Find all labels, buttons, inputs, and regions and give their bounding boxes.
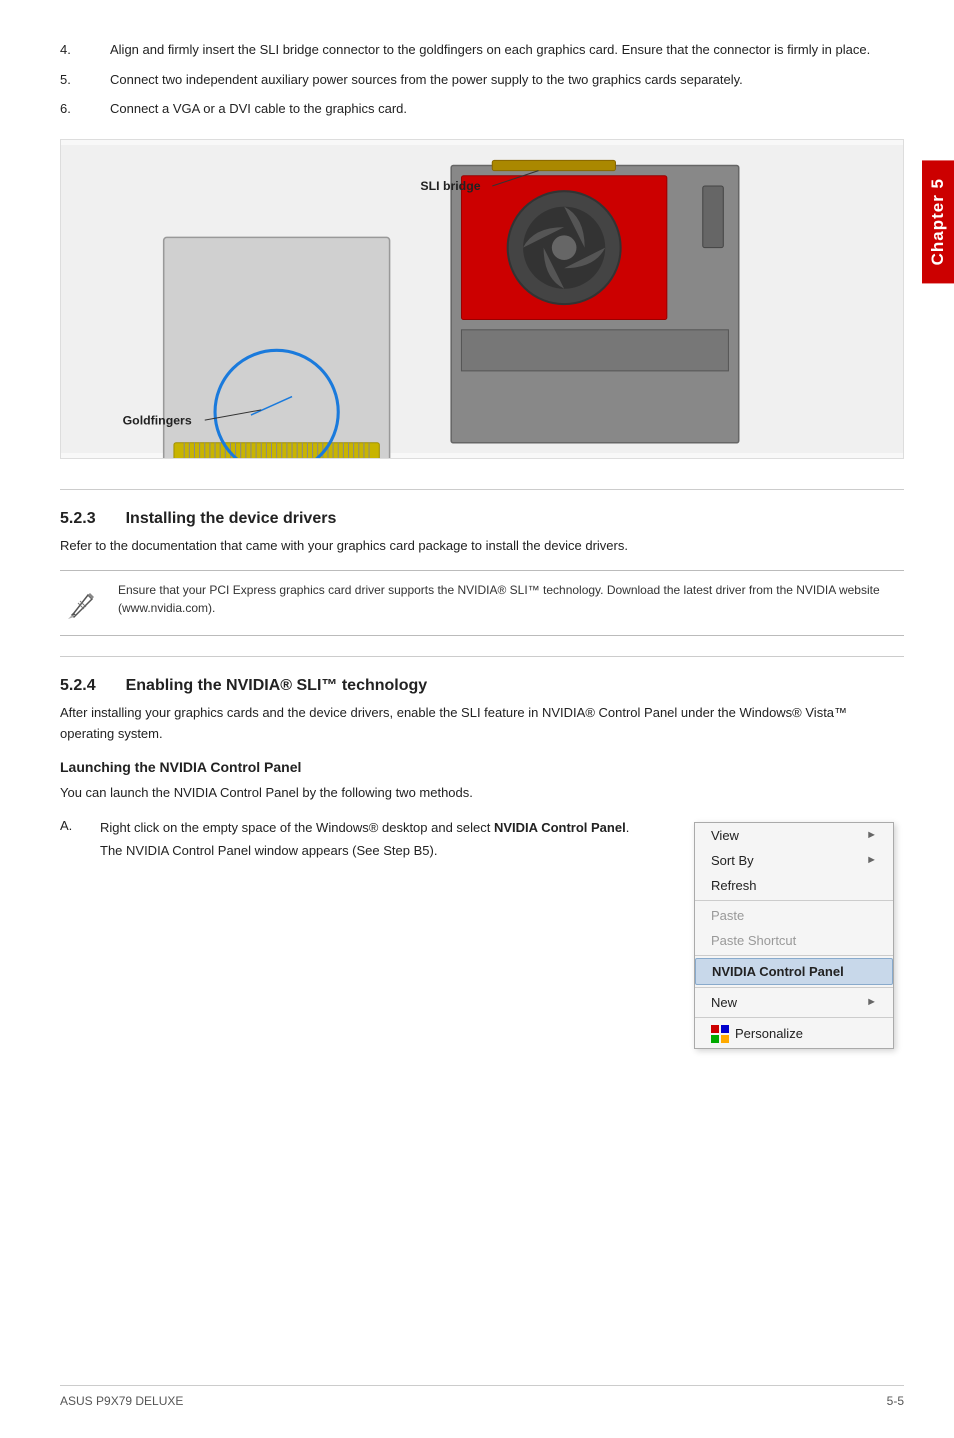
menu-item-paste-shortcut: Paste Shortcut xyxy=(695,928,893,953)
menu-item-personalize-inner: Personalize xyxy=(711,1025,803,1043)
svg-text:Goldfingers: Goldfingers xyxy=(123,413,192,427)
footer-right: 5-5 xyxy=(887,1394,904,1408)
menu-separator-2 xyxy=(695,955,893,956)
list-item-6: 6. Connect a VGA or a DVI cable to the g… xyxy=(60,99,904,119)
menu-item-new[interactable]: New ► xyxy=(695,990,893,1015)
step-a-container: View ► Sort By ► Refresh Paste Paste Sho… xyxy=(60,818,904,1049)
list-item-5: 5. Connect two independent auxiliary pow… xyxy=(60,70,904,90)
context-menu: View ► Sort By ► Refresh Paste Paste Sho… xyxy=(694,822,894,1049)
menu-item-paste-label: Paste xyxy=(711,908,744,923)
list-number-4: 4. xyxy=(60,40,110,60)
menu-item-new-label: New xyxy=(711,995,737,1010)
menu-item-sortby[interactable]: Sort By ► xyxy=(695,848,893,873)
note-text: Ensure that your PCI Express graphics ca… xyxy=(118,581,904,617)
menu-item-refresh-label: Refresh xyxy=(711,878,757,893)
step-a-sub-text: The NVIDIA Control Panel window appears … xyxy=(100,841,437,861)
menu-separator-4 xyxy=(695,1017,893,1018)
chapter-tab: Chapter 5 xyxy=(922,160,954,283)
section-523-body: Refer to the documentation that came wit… xyxy=(60,536,904,557)
section-523-heading-row: 5.2.3Installing the device drivers xyxy=(60,510,904,528)
list-text-6: Connect a VGA or a DVI cable to the grap… xyxy=(110,99,904,119)
menu-item-new-arrow: ► xyxy=(866,996,877,1008)
menu-item-paste: Paste xyxy=(695,903,893,928)
note-icon xyxy=(60,581,104,625)
launching-heading: Launching the NVIDIA Control Panel xyxy=(60,759,904,775)
list-number-5: 5. xyxy=(60,70,110,90)
menu-item-personalize-label: Personalize xyxy=(735,1026,803,1041)
step-a-bold: NVIDIA Control Panel xyxy=(494,820,626,835)
step-a-text-after: . xyxy=(626,820,630,835)
step-a-text-before: Right click on the empty space of the Wi… xyxy=(100,820,494,835)
menu-item-view[interactable]: View ► xyxy=(695,823,893,848)
step-a-letter: A. xyxy=(60,818,100,861)
list-text-5: Connect two independent auxiliary power … xyxy=(110,70,904,90)
menu-item-sortby-arrow: ► xyxy=(866,854,877,866)
personalize-icon xyxy=(711,1025,729,1043)
footer: ASUS P9X79 DELUXE 5-5 xyxy=(60,1385,904,1408)
menu-item-sortby-label: Sort By xyxy=(711,853,754,868)
list-number-6: 6. xyxy=(60,99,110,119)
menu-item-view-arrow: ► xyxy=(866,829,877,841)
list-text-4: Align and firmly insert the SLI bridge c… xyxy=(110,40,904,60)
divider-2 xyxy=(60,656,904,657)
footer-left: ASUS P9X79 DELUXE xyxy=(60,1394,183,1408)
note-box: Ensure that your PCI Express graphics ca… xyxy=(60,570,904,636)
menu-separator-1 xyxy=(695,900,893,901)
menu-separator-3 xyxy=(695,987,893,988)
menu-item-paste-shortcut-label: Paste Shortcut xyxy=(711,933,796,948)
launching-body: You can launch the NVIDIA Control Panel … xyxy=(60,783,904,804)
step-a-text: Right click on the empty space of the Wi… xyxy=(100,818,694,861)
section-524-heading-row: 5.2.4Enabling the NVIDIA® SLI™ technolog… xyxy=(60,677,904,695)
section-524-body: After installing your graphics cards and… xyxy=(60,703,904,745)
list-item-4: 4. Align and firmly insert the SLI bridg… xyxy=(60,40,904,60)
menu-item-refresh[interactable]: Refresh xyxy=(695,873,893,898)
svg-text:SLI bridge: SLI bridge xyxy=(420,179,480,193)
sli-diagram: SLI bridge Goldfingers xyxy=(60,139,904,459)
menu-item-nvidia-label: NVIDIA Control Panel xyxy=(712,964,844,979)
menu-item-personalize[interactable]: Personalize xyxy=(695,1020,893,1048)
divider-1 xyxy=(60,489,904,490)
menu-item-nvidia-control-panel[interactable]: NVIDIA Control Panel xyxy=(695,958,893,985)
step-a-item: A. Right click on the empty space of the… xyxy=(60,818,694,861)
menu-item-view-label: View xyxy=(711,828,739,843)
